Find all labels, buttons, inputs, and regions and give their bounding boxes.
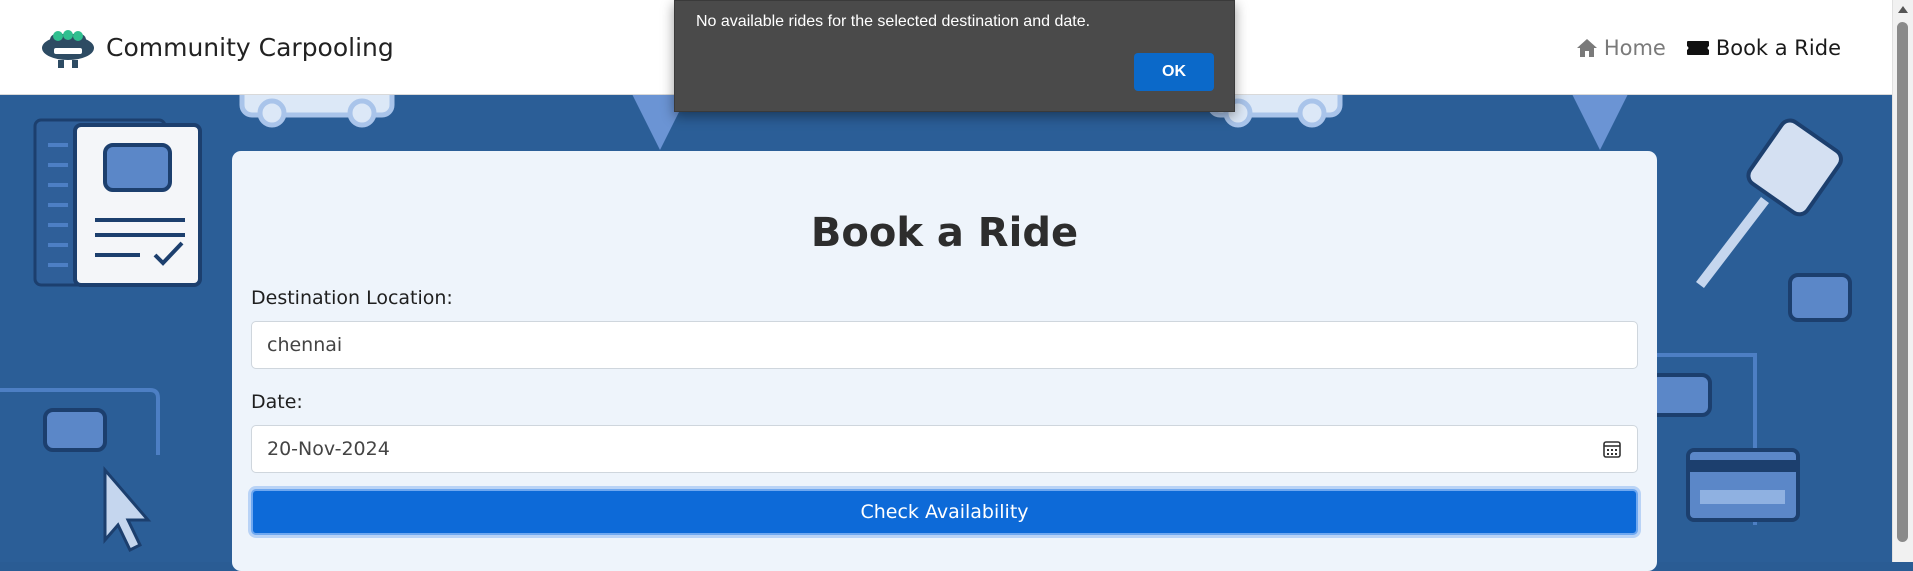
car-cursor-icon [0,388,160,553]
alert-ok-button[interactable]: OK [1134,53,1214,91]
date-value: 20-Nov-2024 [267,438,390,460]
scroll-thumb[interactable] [1897,22,1908,542]
document-icon [33,118,202,287]
home-icon [1576,39,1597,57]
brand[interactable]: Community Carpooling [40,24,394,70]
car-icon [1788,273,1852,322]
car-key-icon [1696,118,1843,289]
calendar-icon[interactable] [1602,439,1622,459]
car-icon [239,95,395,128]
scroll-up-arrow-icon[interactable] [1898,6,1908,13]
nav-book-ride-label: Book a Ride [1715,36,1841,60]
booking-card: Book a Ride Destination Location: chenna… [232,151,1657,571]
page-title: Book a Ride [810,210,1079,256]
brand-name: Community Carpooling [106,32,394,62]
destination-label: Destination Location: [251,287,453,309]
nav-links: Home Book a Ride [1576,36,1841,60]
ticket-icon [1686,41,1709,55]
alert-message: No available rides for the selected dest… [696,13,1091,30]
date-label: Date: [251,391,303,413]
carpool-logo-icon [42,30,94,68]
nav-home-link[interactable]: Home [1576,36,1666,60]
nav-book-ride-link[interactable]: Book a Ride [1686,36,1841,60]
alert-dialog: No available rides for the selected dest… [674,0,1235,112]
destination-input[interactable]: chennai [251,321,1638,369]
date-input[interactable]: 20-Nov-2024 [251,425,1638,473]
page-scrollbar[interactable] [1892,0,1913,562]
location-pin-icon [1572,95,1628,150]
credit-card-icon [1640,353,1800,525]
check-availability-button[interactable]: Check Availability [251,489,1638,535]
nav-home-label: Home [1603,36,1666,60]
destination-value: chennai [267,334,343,356]
